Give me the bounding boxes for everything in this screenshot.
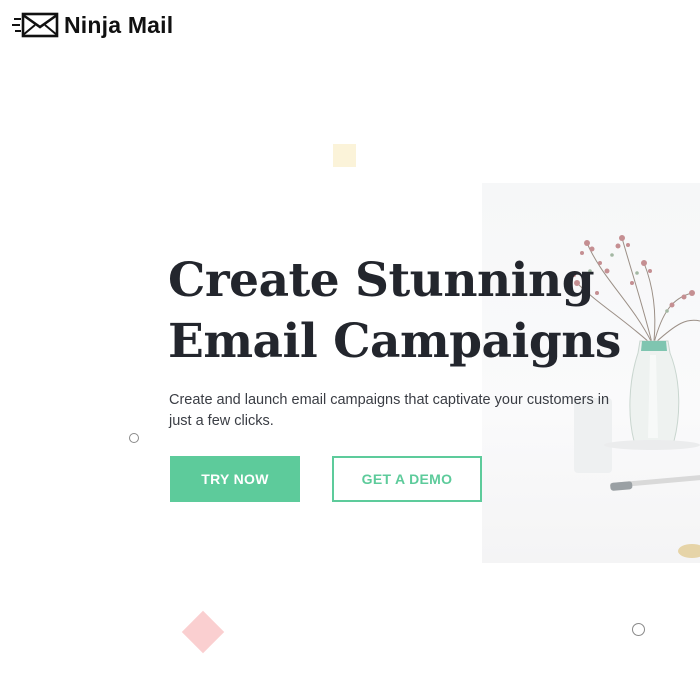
small-ring-decoration xyxy=(632,623,645,636)
brand-name: Ninja Mail xyxy=(64,11,174,38)
brand-logo[interactable]: Ninja Mail xyxy=(12,10,173,40)
try-now-button[interactable]: TRY NOW xyxy=(170,456,300,502)
small-ring-decoration xyxy=(129,433,139,443)
page-title: Create Stunning Email Campaigns xyxy=(168,250,648,372)
pink-diamond-decoration xyxy=(181,610,225,654)
vase-with-dried-flowers-photo xyxy=(482,183,700,563)
hero-subtitle: Create and launch email campaigns that c… xyxy=(169,392,610,429)
vase-illustration xyxy=(572,235,700,558)
envelope-icon xyxy=(12,12,59,38)
get-a-demo-button[interactable]: GET A DEMO xyxy=(332,456,482,502)
title-line-1: Create Stunning xyxy=(168,253,595,308)
title-line-2: Email Campaigns xyxy=(168,314,621,369)
yellow-square-decoration xyxy=(333,144,356,167)
